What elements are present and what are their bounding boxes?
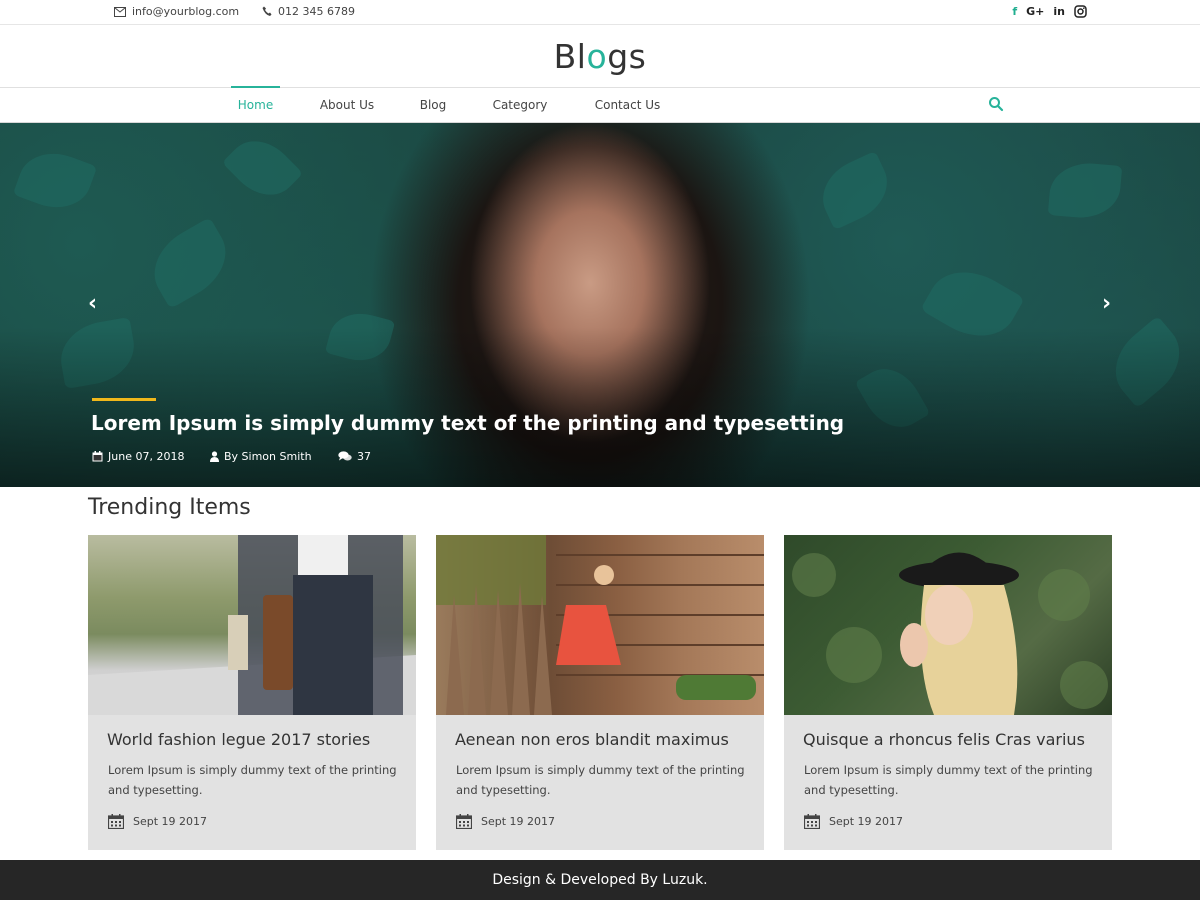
- hero-author[interactable]: By Simon Smith: [210, 450, 312, 463]
- email-text: info@yourblog.com: [132, 5, 240, 18]
- card-illustration: [436, 535, 764, 715]
- envelope-icon: [114, 6, 126, 17]
- user-icon: [210, 451, 219, 462]
- hero-slider[interactable]: ‹ › Lorem Ipsum is simply dummy text of …: [0, 123, 1200, 487]
- trending-heading: Trending Items: [88, 495, 251, 520]
- hero-leaf: [140, 217, 240, 309]
- card-image[interactable]: [436, 535, 764, 715]
- card-description: Lorem Ipsum is simply dummy text of the …: [804, 763, 1093, 797]
- contact-email[interactable]: info@yourblog.com: [114, 5, 239, 18]
- nav-item-home[interactable]: Home: [231, 86, 280, 122]
- card-title[interactable]: Aenean non eros blandit maximus: [455, 730, 729, 749]
- trending-card[interactable]: Quisque a rhoncus felis Cras varius Lore…: [784, 535, 1112, 850]
- footer-credit: Design & Developed By Luzuk.: [492, 872, 708, 888]
- calendar-icon: [804, 814, 820, 829]
- card-image[interactable]: [88, 535, 416, 715]
- site-footer: Design & Developed By Luzuk.: [0, 860, 1200, 900]
- hero-leaf: [221, 127, 304, 209]
- phone-text: 012 345 6789: [278, 5, 355, 18]
- card-date-text: Sept 19 2017: [481, 815, 556, 828]
- hero-leaf: [811, 150, 899, 231]
- social-links: f G+ in: [1012, 4, 1087, 19]
- hero-title[interactable]: Lorem Ipsum is simply dummy text of the …: [91, 411, 844, 435]
- calendar-icon: [92, 451, 103, 462]
- card-illustration: [88, 535, 416, 715]
- logo-text-accent: o: [586, 36, 608, 76]
- hero-accent-line: [92, 398, 156, 401]
- comments-icon: [338, 451, 352, 461]
- trending-card[interactable]: World fashion legue 2017 stories Lorem I…: [88, 535, 416, 850]
- hero-leaf: [1047, 160, 1123, 221]
- calendar-icon: [108, 814, 124, 829]
- linkedin-icon[interactable]: in: [1053, 4, 1065, 19]
- logo-text-end: gs: [607, 36, 647, 76]
- card-image[interactable]: [784, 535, 1112, 715]
- card-description: Lorem Ipsum is simply dummy text of the …: [108, 763, 397, 797]
- card-title[interactable]: World fashion legue 2017 stories: [107, 730, 370, 749]
- logo-text-start: Bl: [553, 36, 587, 76]
- site-header: Blogs: [0, 25, 1200, 87]
- nav-item-category[interactable]: Category: [484, 88, 556, 122]
- card-date: Sept 19 2017: [108, 814, 207, 829]
- hero-leaf: [12, 142, 98, 219]
- hero-overlay: [0, 327, 1200, 487]
- hero-comments-count: 37: [357, 450, 371, 463]
- slider-prev-button[interactable]: ‹: [88, 293, 97, 315]
- nav-item-blog[interactable]: Blog: [412, 88, 454, 122]
- main-nav: Home About Us Blog Category Contact Us: [0, 86, 1200, 123]
- google-plus-icon[interactable]: G+: [1026, 4, 1044, 19]
- search-icon[interactable]: [988, 96, 1004, 112]
- hero-author-text: By Simon Smith: [224, 450, 312, 463]
- trending-card[interactable]: Aenean non eros blandit maximus Lorem Ip…: [436, 535, 764, 850]
- top-bar: info@yourblog.com 012 345 6789 f G+ in: [0, 0, 1200, 25]
- hero-comments[interactable]: 37: [338, 450, 371, 463]
- site-logo[interactable]: Blogs: [554, 37, 647, 76]
- card-title[interactable]: Quisque a rhoncus felis Cras varius: [803, 730, 1085, 749]
- phone-icon: [262, 6, 272, 16]
- calendar-icon: [456, 814, 472, 829]
- card-date-text: Sept 19 2017: [829, 815, 904, 828]
- nav-item-contact-us[interactable]: Contact Us: [586, 88, 669, 122]
- card-description: Lorem Ipsum is simply dummy text of the …: [456, 763, 745, 797]
- card-date-text: Sept 19 2017: [133, 815, 208, 828]
- instagram-icon[interactable]: [1074, 4, 1087, 19]
- card-date: Sept 19 2017: [804, 814, 903, 829]
- hero-date-text: June 07, 2018: [108, 450, 185, 463]
- nav-item-about-us[interactable]: About Us: [312, 88, 382, 122]
- card-date: Sept 19 2017: [456, 814, 555, 829]
- facebook-icon[interactable]: f: [1012, 4, 1017, 19]
- contact-phone[interactable]: 012 345 6789: [262, 5, 355, 18]
- slider-next-button[interactable]: ›: [1102, 293, 1111, 315]
- hero-date: June 07, 2018: [92, 450, 184, 463]
- card-illustration: [792, 552, 1108, 715]
